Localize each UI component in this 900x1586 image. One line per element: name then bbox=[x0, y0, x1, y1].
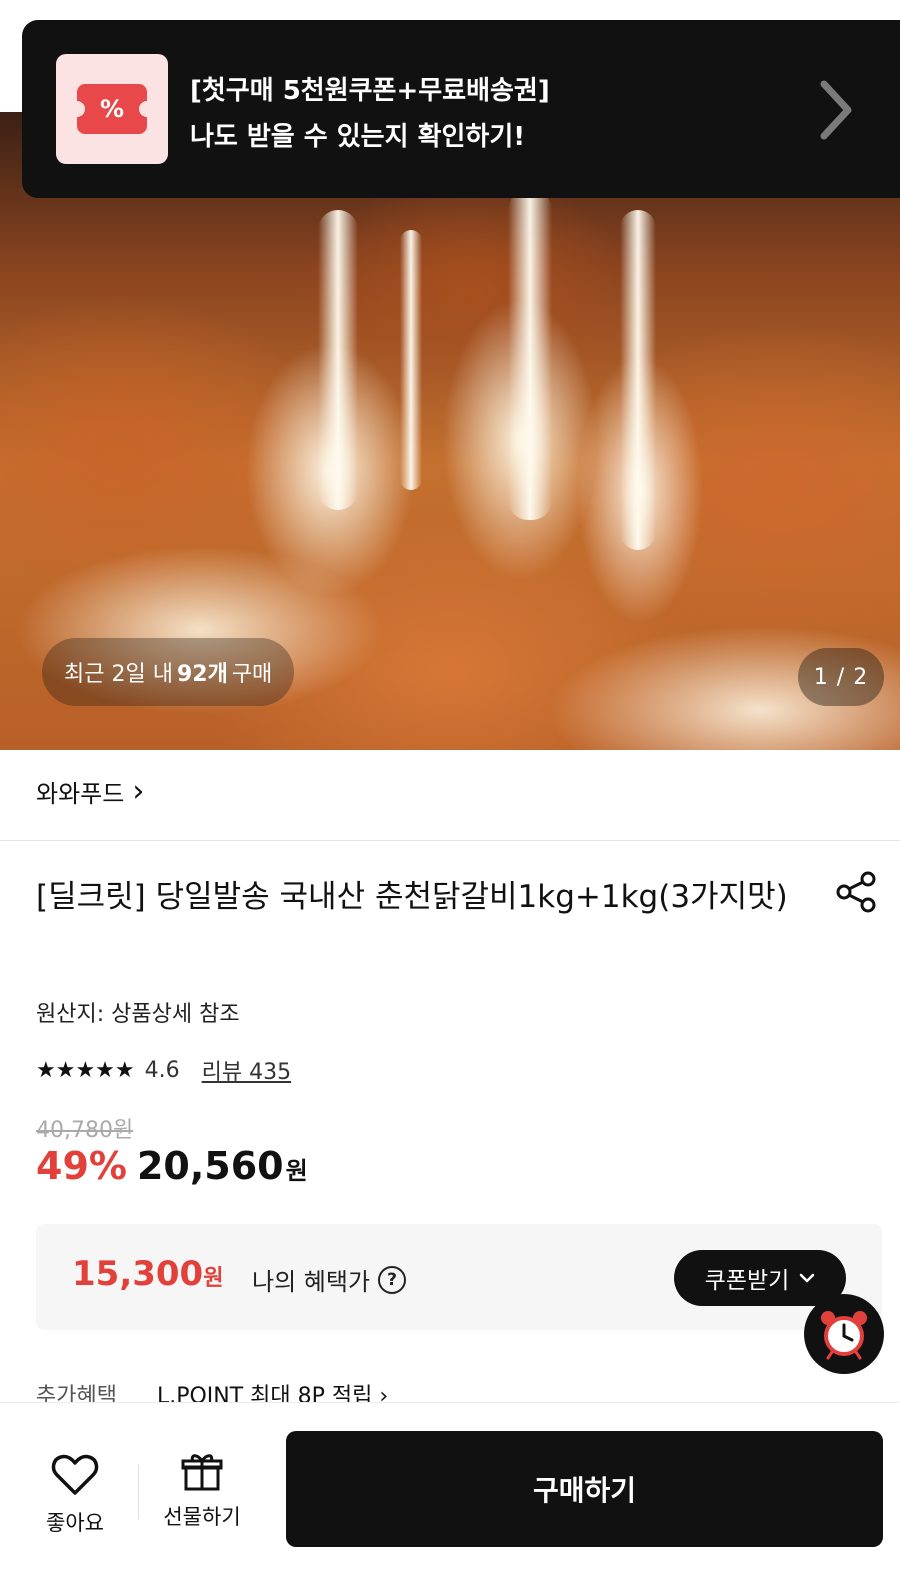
get-coupon-button[interactable]: 쿠폰받기 bbox=[674, 1250, 846, 1306]
rating-value: 4.6 bbox=[144, 1057, 180, 1083]
seller-link[interactable]: 와와푸드 › bbox=[36, 774, 144, 809]
benefit-box: 15,300원 나의 혜택가 ? 쿠폰받기 bbox=[36, 1224, 882, 1330]
chevron-down-icon bbox=[800, 1273, 815, 1283]
alarm-clock-icon bbox=[821, 1311, 867, 1360]
gift-button[interactable]: 선물하기 bbox=[152, 1451, 252, 1531]
rating-row: ★★★★★ 4.6 리뷰 435 bbox=[36, 1054, 291, 1086]
recent-count: 92개 bbox=[176, 662, 228, 687]
gift-icon bbox=[181, 1454, 223, 1491]
original-price: 40,780원 bbox=[36, 1118, 134, 1143]
benefit-price-unit: 원 bbox=[203, 1266, 224, 1291]
cheese-strand bbox=[400, 230, 422, 490]
product-title: [딜크릿] 당일발송 국내산 춘천닭갈비1kg+1kg(3가지맛) bbox=[36, 879, 788, 915]
discount-rate: 49% bbox=[36, 1144, 127, 1188]
like-label: 좋아요 bbox=[46, 1511, 104, 1535]
review-link[interactable]: 리뷰 435 bbox=[202, 1054, 291, 1086]
extra-benefit-row[interactable]: 추가혜택 L.POINT 최대 8P 적립 › bbox=[36, 1378, 388, 1402]
product-image[interactable]: 최근 2일 내 92개 구매 1 / 2 bbox=[0, 110, 900, 750]
extra-benefit-value: L.POINT 최대 8P 적립 › bbox=[156, 1384, 389, 1402]
origin-info: 원산지: 상품상세 참조 bbox=[36, 1002, 240, 1027]
seller-name: 와와푸드 bbox=[36, 780, 125, 808]
benefit-price-value: 15,300 bbox=[72, 1254, 204, 1294]
coupon-banner-title: [첫구매 5천원쿠폰+무료배송권] bbox=[190, 76, 550, 106]
benefit-label: 나의 혜택가 ? bbox=[252, 1262, 407, 1297]
cheese-strand bbox=[318, 210, 358, 510]
percent-ticket-icon: % bbox=[69, 84, 155, 134]
price-row: 49% 20,560 원 bbox=[36, 1144, 308, 1188]
gift-label: 선물하기 bbox=[163, 1505, 241, 1529]
bottom-action-bar: 좋아요 선물하기 구매하기 bbox=[0, 1402, 900, 1586]
chevron-right-icon[interactable] bbox=[816, 80, 856, 140]
divider bbox=[0, 840, 900, 841]
benefit-price: 15,300원 bbox=[72, 1254, 223, 1294]
image-page-counter: 1 / 2 bbox=[798, 648, 884, 706]
chevron-right-icon: › bbox=[132, 773, 145, 809]
sale-price: 20,560 bbox=[136, 1144, 284, 1188]
coupon-icon-box: % bbox=[56, 54, 168, 164]
recent-purchase-badge: 최근 2일 내 92개 구매 bbox=[42, 638, 295, 706]
divider bbox=[138, 1465, 139, 1519]
extra-benefit-label: 추가혜택 bbox=[36, 1384, 117, 1402]
coupon-banner-subtitle: 나도 받을 수 있는지 확인하기! bbox=[190, 122, 526, 152]
coupon-banner[interactable]: % [첫구매 5천원쿠폰+무료배송권] 나도 받을 수 있는지 확인하기! bbox=[22, 20, 900, 198]
benefit-label-text: 나의 혜택가 bbox=[252, 1268, 371, 1296]
recent-prefix: 최근 2일 내 bbox=[64, 662, 173, 687]
heart-icon bbox=[51, 1454, 99, 1495]
help-icon[interactable]: ? bbox=[378, 1265, 407, 1294]
alarm-clock-button[interactable] bbox=[804, 1294, 884, 1374]
like-button[interactable]: 좋아요 bbox=[30, 1453, 120, 1537]
star-rating-icon: ★★★★★ bbox=[36, 1057, 135, 1083]
buy-button[interactable]: 구매하기 bbox=[286, 1431, 883, 1547]
price-unit: 원 bbox=[285, 1157, 308, 1185]
recent-suffix: 구매 bbox=[231, 662, 273, 687]
get-coupon-label: 쿠폰받기 bbox=[704, 1268, 790, 1294]
ticket-icon-text: % bbox=[99, 95, 125, 123]
cheese-strand bbox=[620, 210, 656, 550]
cheese-strand bbox=[508, 190, 552, 520]
share-icon[interactable] bbox=[834, 870, 878, 914]
